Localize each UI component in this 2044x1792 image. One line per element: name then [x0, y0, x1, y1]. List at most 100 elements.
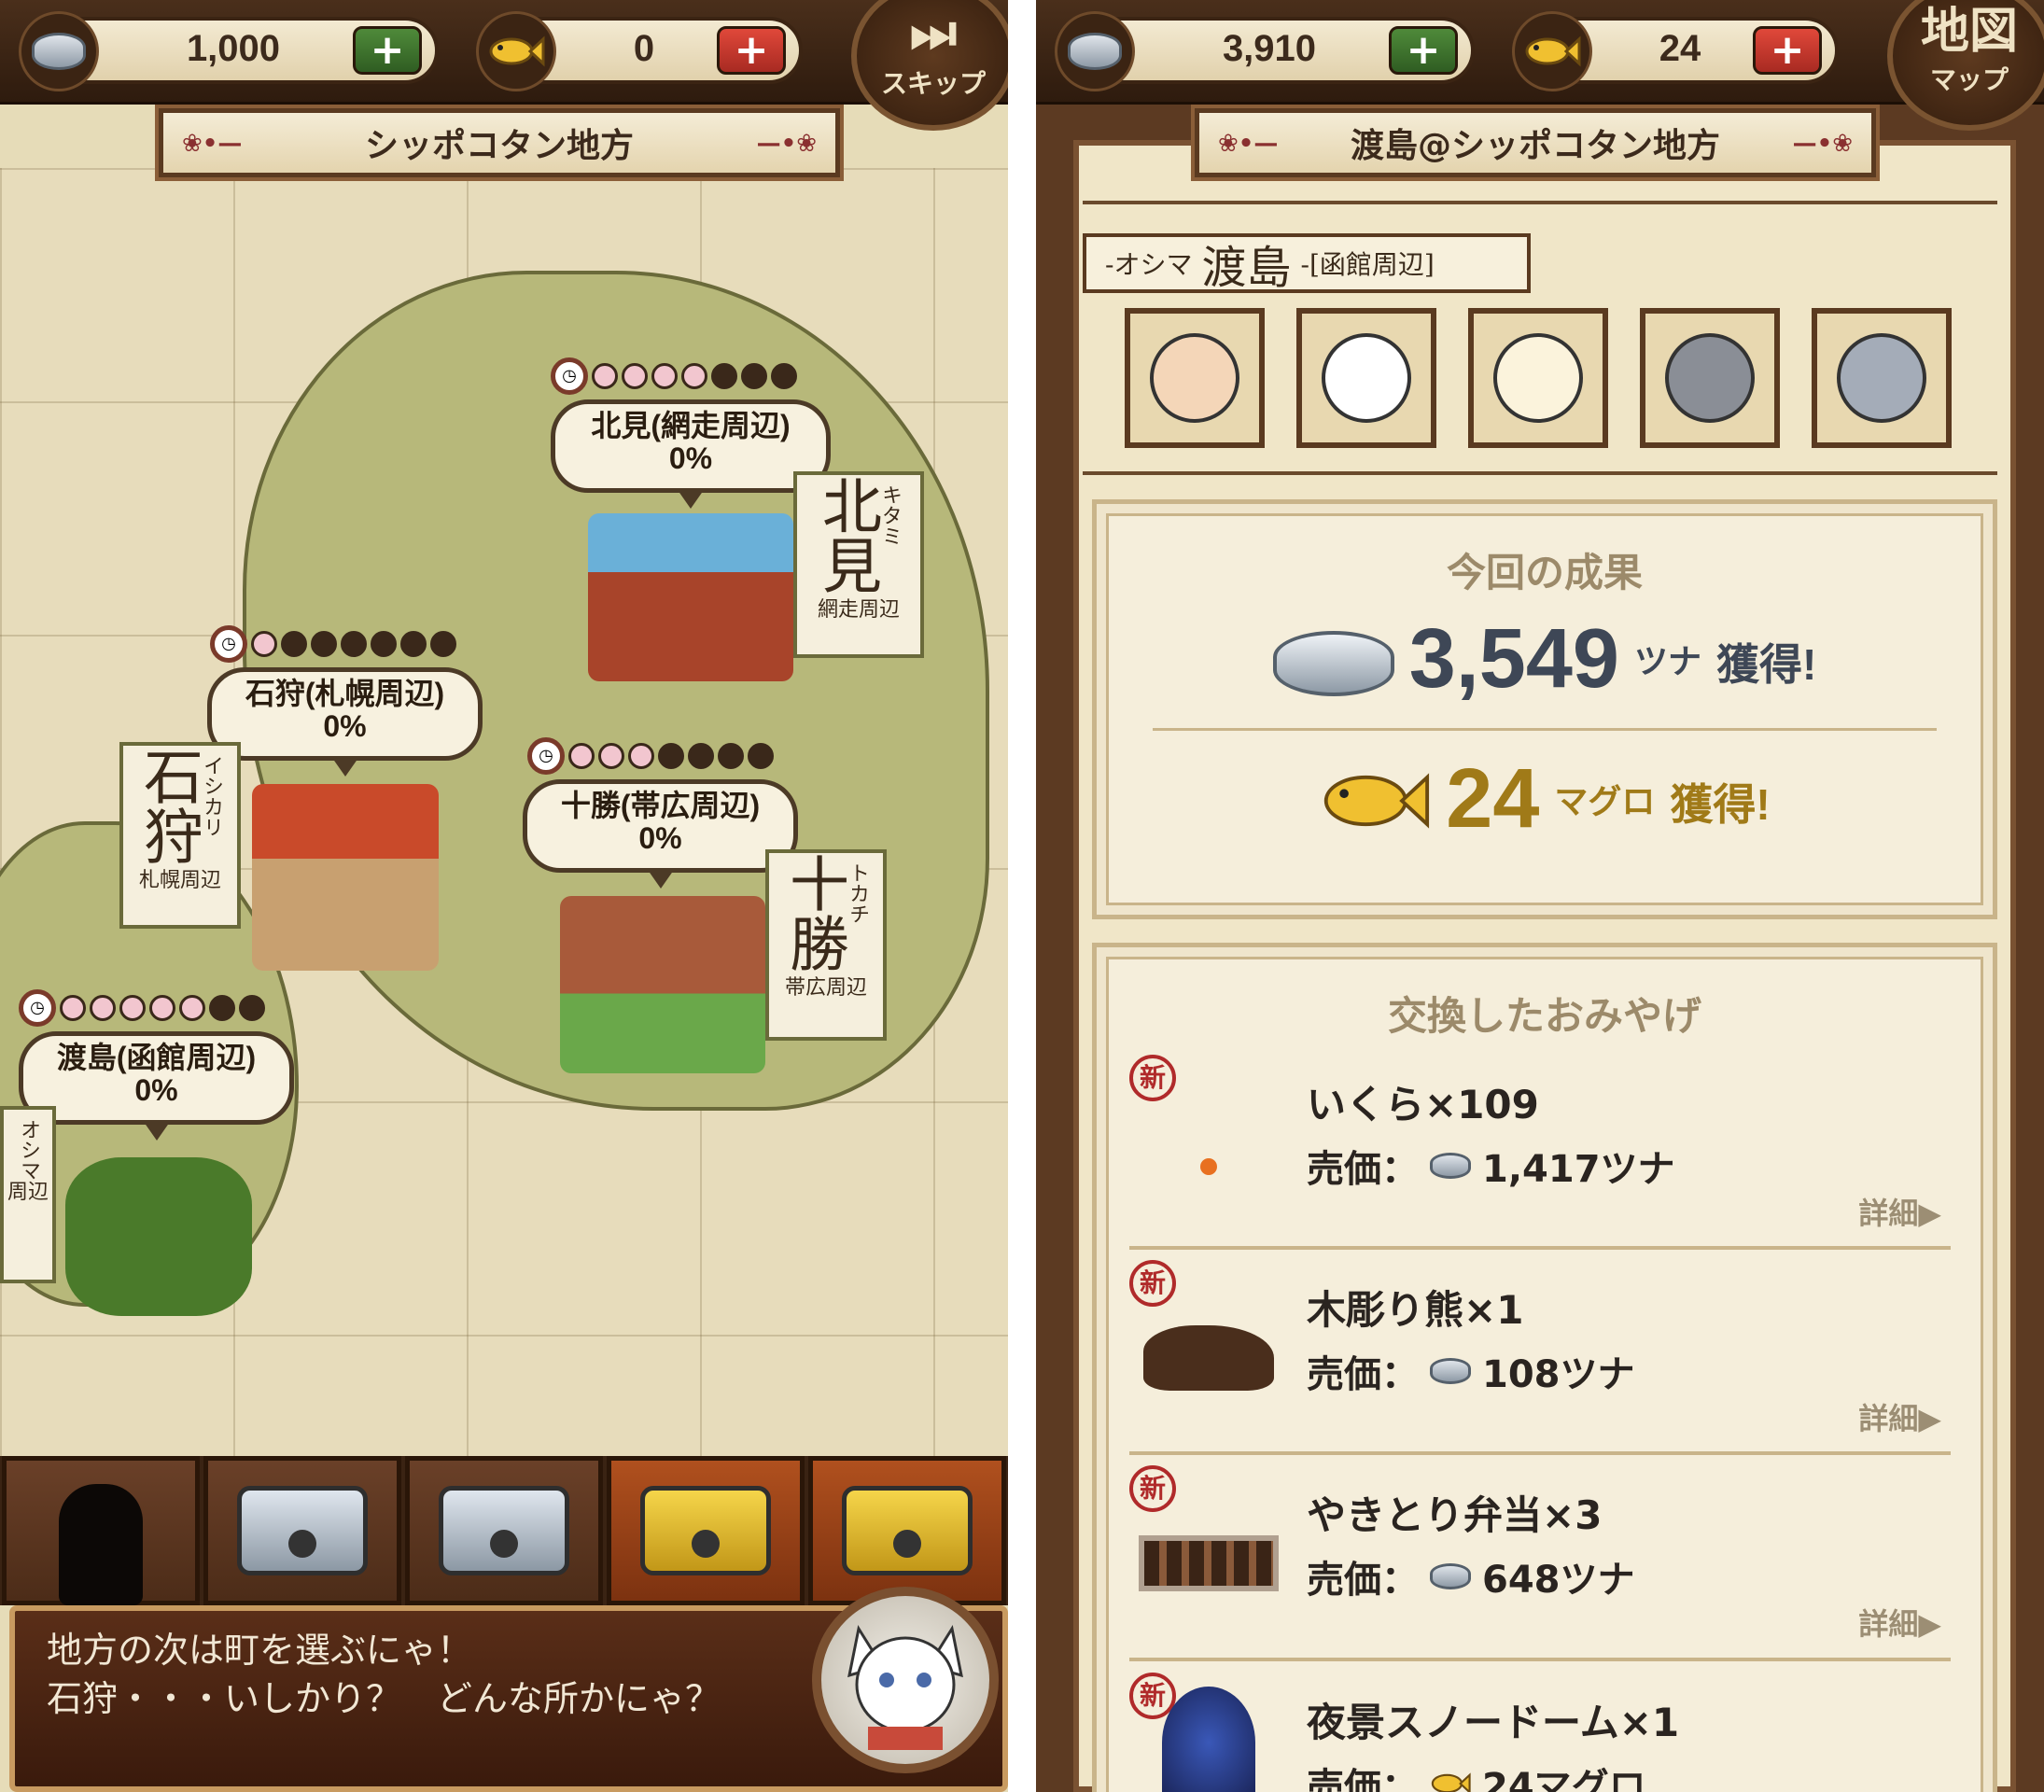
detail-link[interactable]: 詳細▶: [1858, 1601, 1941, 1644]
flower-icon: [179, 995, 205, 1021]
pin-tail: [678, 490, 704, 509]
tab-locked-silver-1[interactable]: [203, 1456, 401, 1605]
list-item[interactable]: 新 いくら×109 売価： 1,417ツナ 詳細▶: [1129, 1045, 1951, 1232]
ishikari-clocktower: [252, 784, 439, 971]
ornament-right-icon: —•❀: [756, 130, 817, 158]
cat-silhouette-icon: [59, 1484, 143, 1605]
flower-icon: [651, 363, 678, 389]
pin-tail: [143, 1122, 170, 1141]
flower-icon: [119, 995, 146, 1021]
tuna-gained-value: 3,549: [1408, 612, 1619, 706]
clock-icon: ◷: [551, 357, 588, 395]
white-cat-avatar-icon: [1322, 333, 1411, 423]
flower-icon: [239, 995, 265, 1021]
flower-icon: [430, 631, 456, 657]
pin-tail: [647, 870, 674, 889]
clock-icon: ◷: [19, 989, 56, 1027]
flower-icon: [658, 743, 684, 769]
list-item[interactable]: 新 夜景スノードーム×1 売価： 24マグロ: [1129, 1663, 1951, 1792]
results-divider: [1153, 728, 1937, 731]
party-member-boy[interactable]: [1125, 308, 1265, 448]
tuna-can-icon: [1430, 1358, 1471, 1384]
region-name: 石狩(札幌周辺): [245, 677, 445, 710]
flower-icon: [711, 363, 737, 389]
fish-gained: 24 マグロ 獲得!: [1097, 751, 1993, 847]
results-box: 今回の成果 3,549 ツナ 獲得! 24 マグロ 獲得!: [1092, 499, 1997, 919]
guide-cat-portrait: [812, 1587, 999, 1773]
dialog-line-2: 石狩・・・いしかり？ どんな所かにゃ？: [47, 1678, 721, 1719]
add-tuna-button[interactable]: +: [353, 26, 422, 75]
tokachi-progress-stars: ◷: [527, 737, 774, 775]
divider: [1083, 201, 1997, 204]
flower-icon: [311, 631, 337, 657]
gold-fish-icon: [1431, 1772, 1471, 1792]
list-item[interactable]: 新 木彫り熊×1 売価： 108ツナ 詳細▶: [1129, 1251, 1951, 1437]
tuna-count: 3,910: [1222, 28, 1317, 69]
add-fish-button[interactable]: +: [1753, 26, 1822, 75]
stamp-sub: 札幌周辺: [138, 869, 221, 892]
flower-icon: [718, 743, 744, 769]
boy-avatar-icon: [1150, 333, 1239, 423]
flower-icon: [628, 743, 654, 769]
oshima-stamp: オシマ 周辺: [0, 1106, 56, 1283]
party-member-white-cat[interactable]: [1296, 308, 1436, 448]
silver-lock-icon: [237, 1486, 368, 1575]
map-label-bottom: マップ: [1929, 64, 2009, 95]
region-percent: 0%: [638, 821, 682, 855]
list-item[interactable]: 新 やきとり弁当×3 売価： 648ツナ 詳細▶: [1129, 1456, 1951, 1643]
price-value: 24マグロ: [1482, 1766, 1646, 1792]
divider: [1083, 471, 1997, 475]
stamp-sub: 網走周辺: [817, 598, 900, 622]
flower-icon: [622, 363, 648, 389]
tuna-gained: 3,549 ツナ 獲得!: [1097, 611, 1993, 707]
detail-link[interactable]: 詳細▶: [1858, 1190, 1941, 1233]
stamp-kana: キタミ: [878, 484, 902, 546]
skip-button[interactable]: ⏭ スキップ: [851, 0, 1008, 131]
divider: [1129, 1246, 1951, 1250]
stamp-kana: イシカリ: [200, 755, 223, 837]
flower-icon: [341, 631, 367, 657]
region-pin-tokachi[interactable]: 十勝(帯広周辺) 0%: [523, 779, 798, 889]
tuna-counter: 3,910 +: [1055, 11, 1475, 91]
item-name: 木彫り熊×1: [1307, 1287, 1524, 1333]
new-badge: 新: [1129, 1260, 1176, 1307]
pin-tail: [331, 758, 358, 777]
fish-gained-value: 24: [1446, 752, 1540, 846]
oshima-fort: [65, 1157, 252, 1316]
party-member-blue-cat[interactable]: [1812, 308, 1952, 448]
detail-link[interactable]: 詳細▶: [1858, 1395, 1941, 1438]
stamp-kana: オシマ: [17, 1119, 40, 1181]
region-name: 十勝(帯広周辺): [560, 789, 761, 822]
ornament-right-icon: —•❀: [1792, 130, 1853, 158]
map-button[interactable]: 地図 マップ: [1887, 0, 2044, 131]
map-screen: 1,000 + 0 + ⏭ スキップ ❀•— シッポコタン地方 —•❀ ◷ 北見…: [0, 0, 1008, 1792]
gold-fish-icon: [1324, 773, 1430, 829]
ishikari-stamp: 石狩イシカリ 札幌周辺: [119, 742, 241, 929]
tab-locked-silver-2[interactable]: [405, 1456, 603, 1605]
clock-icon: ◷: [527, 737, 565, 775]
item-name: 夜景スノードーム×1: [1307, 1700, 1680, 1745]
tab-locked-gold-1[interactable]: [607, 1456, 805, 1605]
silver-lock-icon: [439, 1486, 569, 1575]
add-tuna-button[interactable]: +: [1389, 26, 1458, 75]
tab-locked-gold-2[interactable]: [808, 1456, 1006, 1605]
flower-icon: [281, 631, 307, 657]
tab-cat-silhouette[interactable]: [2, 1456, 200, 1605]
dialog-line-1: 地方の次は町を選ぶにゃ！: [47, 1630, 473, 1671]
price-label: 売価：: [1307, 1353, 1419, 1396]
gold-lock-icon: [640, 1486, 771, 1575]
add-fish-button[interactable]: +: [717, 26, 786, 75]
party-member-grey-cat[interactable]: [1640, 308, 1780, 448]
region-pin-ishikari[interactable]: 石狩(札幌周辺) 0%: [207, 667, 483, 777]
region-pin-oshima[interactable]: 渡島(函館周辺) 0%: [19, 1031, 294, 1141]
region-pin-kitami[interactable]: 北見(網走周辺) 0%: [551, 399, 831, 509]
ishikari-progress-stars: ◷: [210, 625, 456, 663]
new-badge: 新: [1129, 1055, 1176, 1101]
region-percent: 0%: [668, 441, 713, 475]
party-member-yellow-cat[interactable]: [1468, 308, 1608, 448]
kitami-building: [588, 513, 793, 681]
flower-icon: [60, 995, 86, 1021]
region-name: 渡島(函館周辺): [56, 1041, 257, 1074]
flower-icon: [209, 995, 235, 1021]
flower-icon: [681, 363, 707, 389]
